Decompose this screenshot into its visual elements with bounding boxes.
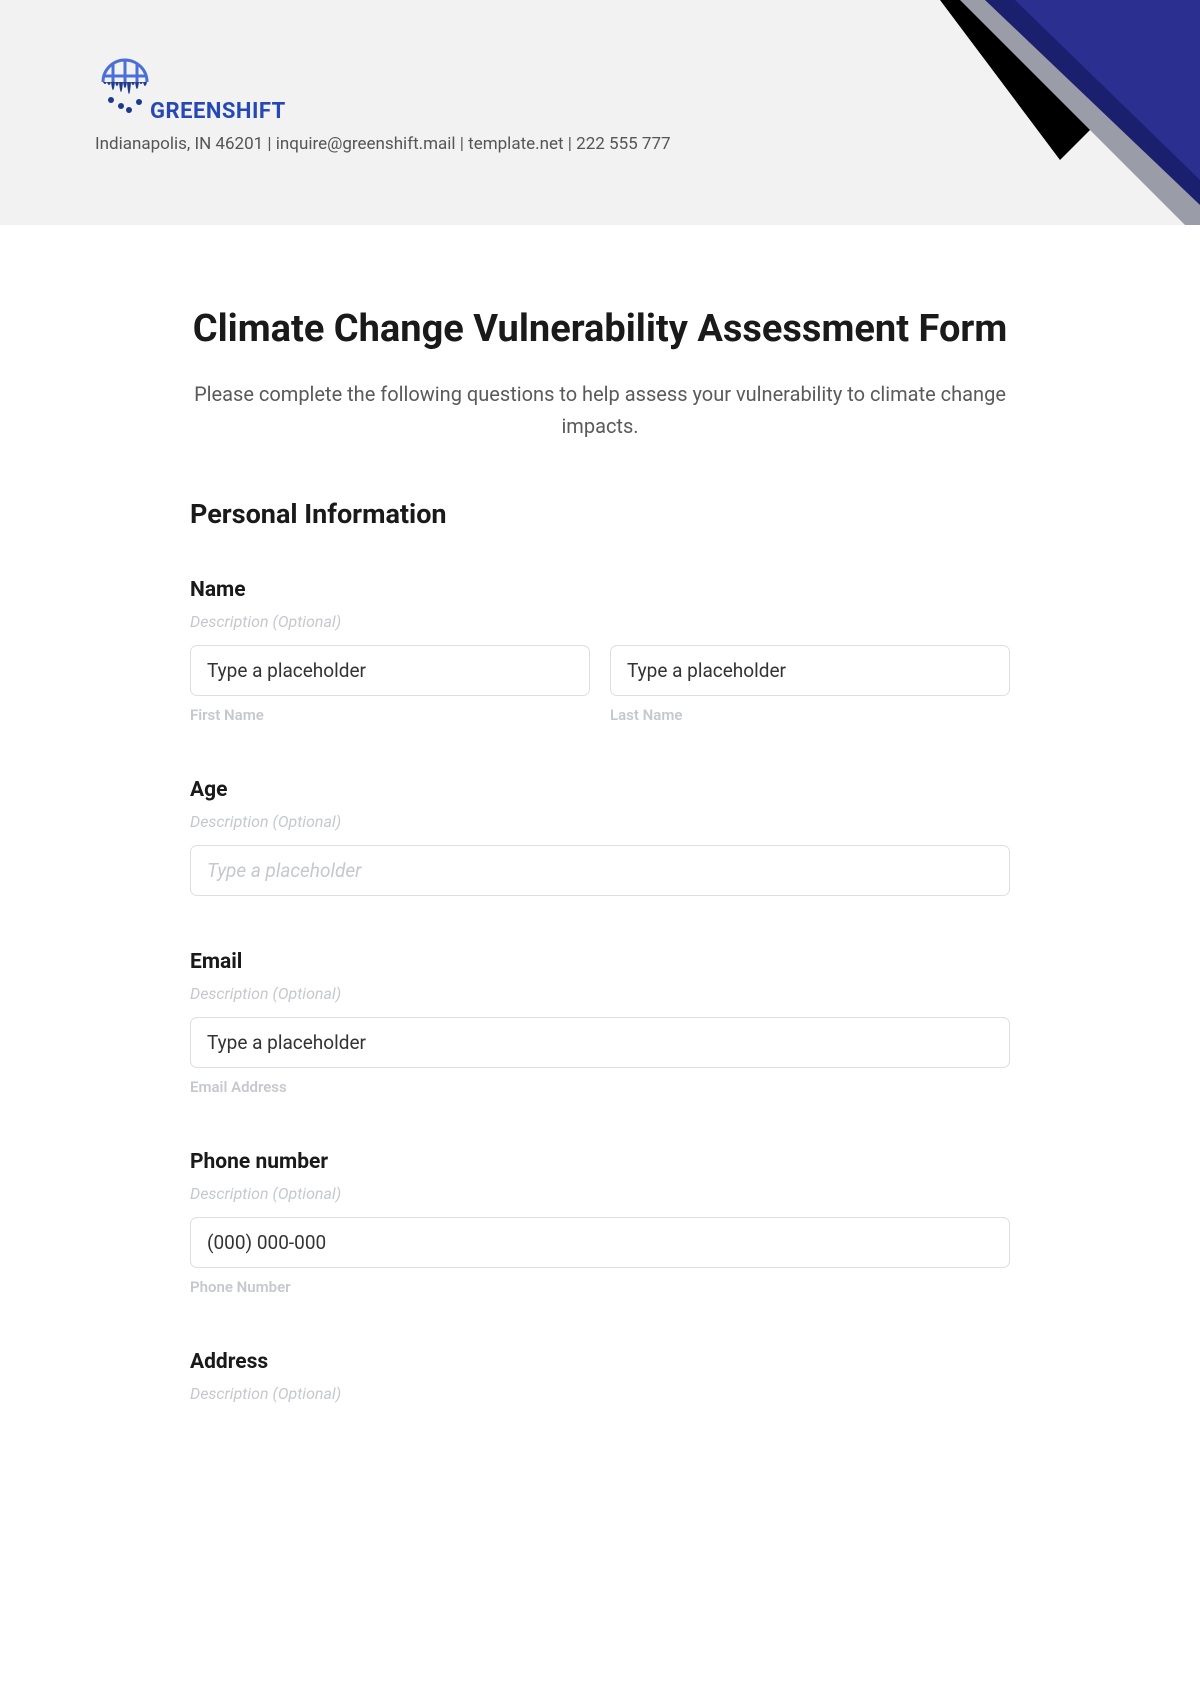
- last-name-sublabel: Last Name: [610, 706, 1010, 724]
- email-label: Email: [190, 950, 1010, 974]
- age-label: Age: [190, 778, 1010, 802]
- field-group-address: Address Description (Optional): [190, 1350, 1010, 1403]
- field-group-name: Name Description (Optional) First Name L…: [190, 578, 1010, 724]
- name-label: Name: [190, 578, 1010, 602]
- header-banner: GREENSHIFT Indianapolis, IN 46201 | inqu…: [0, 0, 1200, 225]
- decorative-shapes: [700, 0, 1200, 225]
- address-label: Address: [190, 1350, 1010, 1374]
- org-contact-info: Indianapolis, IN 46201 | inquire@greensh…: [95, 134, 671, 154]
- age-description: Description (Optional): [190, 812, 1010, 831]
- name-description: Description (Optional): [190, 612, 1010, 631]
- phone-label: Phone number: [190, 1150, 1010, 1174]
- field-group-phone: Phone number Description (Optional) Phon…: [190, 1150, 1010, 1296]
- section-personal-info: Personal Information: [190, 498, 1010, 530]
- last-name-input[interactable]: [610, 645, 1010, 696]
- first-name-input[interactable]: [190, 645, 590, 696]
- email-input[interactable]: [190, 1017, 1010, 1068]
- logo-block: GREENSHIFT Indianapolis, IN 46201 | inqu…: [95, 58, 671, 154]
- phone-sublabel: Phone Number: [190, 1278, 1010, 1296]
- address-description: Description (Optional): [190, 1384, 1010, 1403]
- field-group-email: Email Description (Optional) Email Addre…: [190, 950, 1010, 1096]
- form-content: Climate Change Vulnerability Assessment …: [190, 225, 1010, 1403]
- phone-description: Description (Optional): [190, 1184, 1010, 1203]
- email-sublabel: Email Address: [190, 1078, 1010, 1096]
- field-group-age: Age Description (Optional): [190, 778, 1010, 896]
- form-title: Climate Change Vulnerability Assessment …: [190, 305, 1010, 354]
- phone-input[interactable]: [190, 1217, 1010, 1268]
- org-name: GREENSHIFT: [150, 99, 671, 124]
- form-subtitle: Please complete the following questions …: [190, 378, 1010, 442]
- email-description: Description (Optional): [190, 984, 1010, 1003]
- age-input[interactable]: [190, 845, 1010, 896]
- first-name-sublabel: First Name: [190, 706, 590, 724]
